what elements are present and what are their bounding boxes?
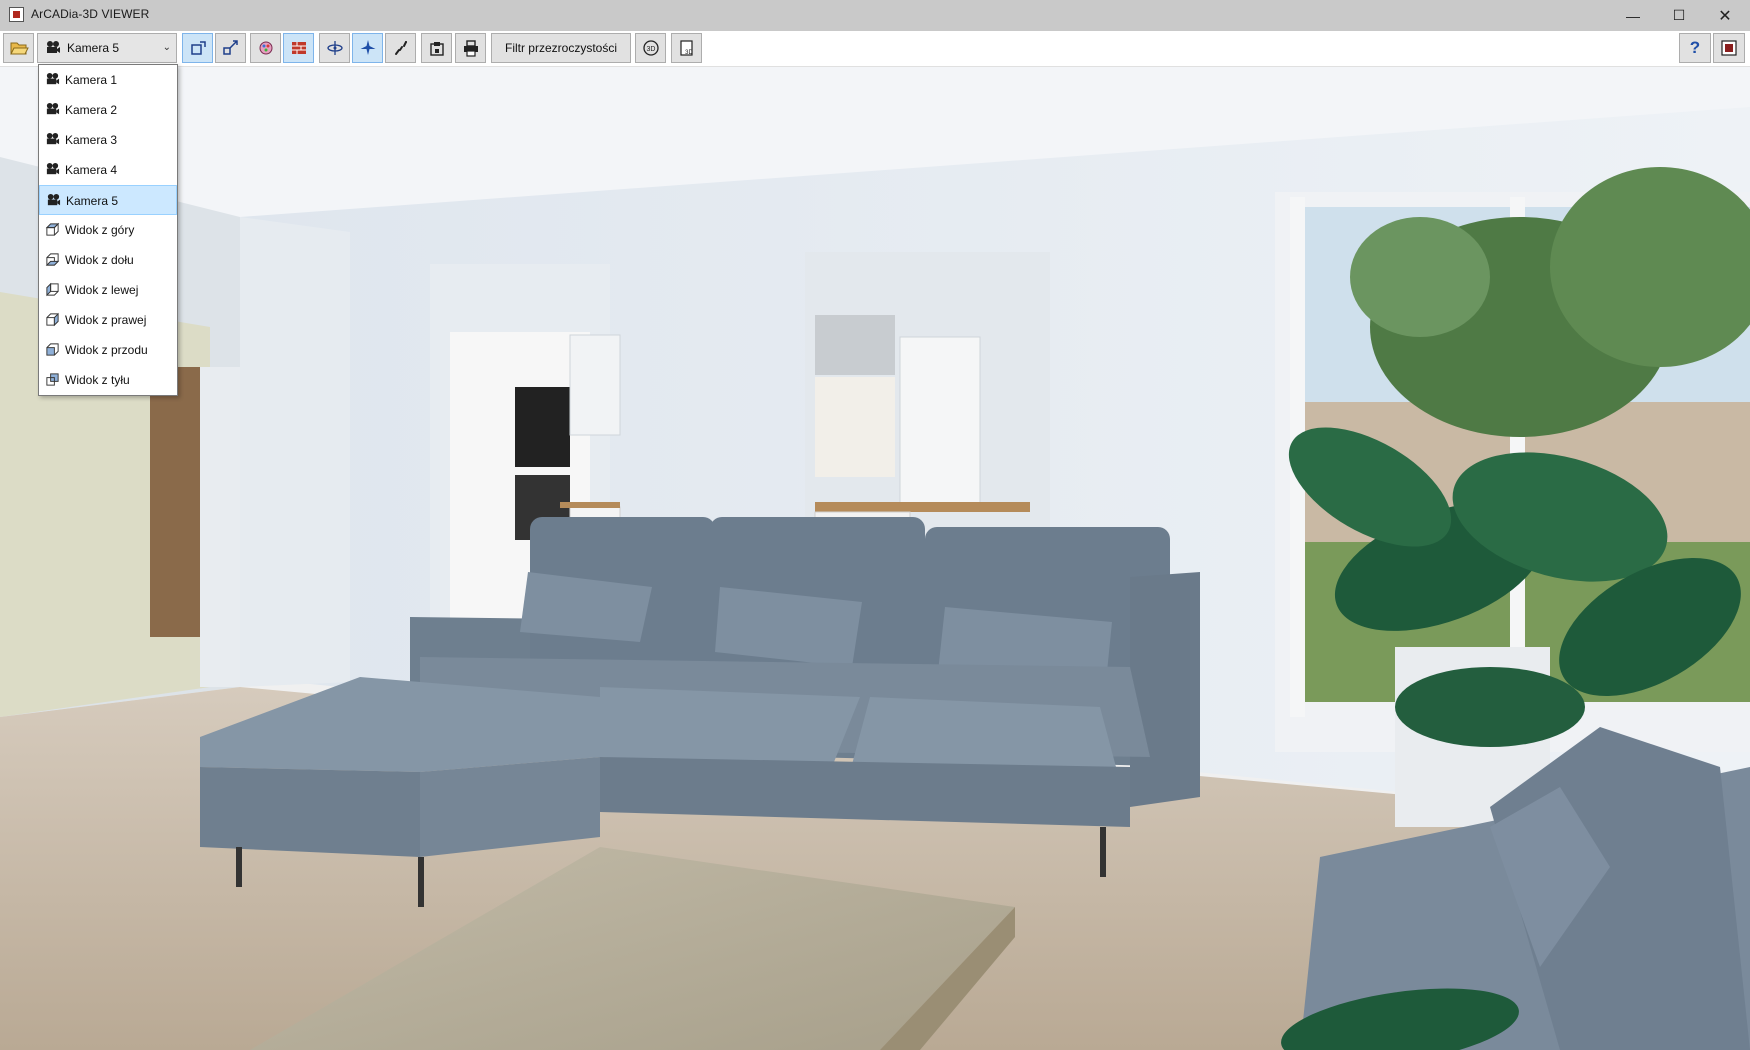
exit-icon — [1721, 40, 1737, 56]
menu-item-view-top[interactable]: Widok z góry — [39, 215, 177, 245]
camera-select[interactable]: Kamera 5 ⌄ — [37, 33, 177, 63]
menu-item-kamera-5[interactable]: Kamera 5 — [39, 185, 177, 215]
menu-item-view-bottom[interactable]: Widok z dołu — [39, 245, 177, 275]
help-button[interactable]: ? — [1679, 33, 1711, 63]
3d-viewport[interactable] — [0, 67, 1750, 1050]
menu-item-label: Widok z góry — [65, 223, 135, 237]
menu-item-label: Widok z tyłu — [65, 373, 130, 387]
menu-item-view-back[interactable]: Widok z tyłu — [39, 365, 177, 395]
camera-select-value: Kamera 5 — [67, 41, 120, 55]
svg-text:3D: 3D — [646, 46, 655, 53]
view-back-icon — [46, 373, 59, 386]
menu-item-label: Widok z lewej — [65, 283, 139, 297]
toolbar: Kamera 5 ⌄ Filtr przezroczystości 3D 3D … — [0, 31, 1750, 67]
transform-object-icon — [222, 40, 238, 55]
camera-icon — [46, 102, 60, 115]
menu-item-label: Widok z przodu — [65, 343, 148, 357]
rotate-3d-button[interactable]: 3D — [635, 33, 666, 63]
camera-icon — [46, 162, 60, 175]
transparency-filter-button[interactable]: Filtr przezroczystości — [491, 33, 631, 63]
walk-mode-icon — [394, 41, 407, 55]
material-palette-button[interactable] — [250, 33, 281, 63]
open-file-button[interactable] — [3, 33, 34, 63]
save-image-icon — [429, 42, 444, 56]
menu-item-label: Kamera 2 — [65, 103, 118, 117]
orbit-camera-icon — [326, 41, 343, 55]
texture-wall-button[interactable] — [283, 33, 314, 63]
transform-object-button[interactable] — [215, 33, 246, 63]
view-left-icon — [46, 282, 59, 297]
texture-wall-icon — [291, 42, 306, 54]
select-object-button[interactable] — [182, 33, 213, 63]
view-right-icon — [46, 312, 59, 327]
menu-item-kamera-3[interactable]: Kamera 3 — [39, 125, 177, 155]
select-object-icon — [190, 41, 206, 55]
maximize-button[interactable]: ☐ — [1656, 0, 1702, 31]
close-button[interactable]: ✕ — [1702, 0, 1748, 31]
menu-item-label: Kamera 3 — [65, 133, 118, 147]
print-button[interactable] — [455, 33, 486, 63]
chevron-down-icon: ⌄ — [162, 42, 171, 53]
camera-icon — [46, 72, 60, 85]
menu-item-view-right[interactable]: Widok z prawej — [39, 305, 177, 335]
print-icon — [463, 40, 478, 57]
fly-mode-icon — [360, 40, 375, 55]
camera-icon — [47, 41, 60, 53]
menu-item-view-left[interactable]: Widok z lewej — [39, 275, 177, 305]
view-bottom-icon — [45, 253, 60, 266]
camera-dropdown-menu: Kamera 1 Kamera 2 Kamera 3 Kamera 4 Kame… — [38, 64, 178, 396]
save-image-button[interactable] — [421, 33, 452, 63]
menu-item-kamera-2[interactable]: Kamera 2 — [39, 95, 177, 125]
minimize-button[interactable]: — — [1610, 0, 1656, 31]
export-3d-button[interactable]: 3D — [671, 33, 702, 63]
camera-icon — [46, 132, 60, 145]
material-palette-icon — [259, 41, 272, 55]
walk-mode-button[interactable] — [385, 33, 416, 63]
svg-text:3D: 3D — [685, 50, 693, 56]
menu-item-label: Kamera 5 — [66, 194, 119, 208]
menu-item-kamera-1[interactable]: Kamera 1 — [39, 65, 177, 95]
menu-item-label: Widok z prawej — [65, 313, 147, 327]
app-icon — [9, 7, 24, 22]
orbit-camera-button[interactable] — [319, 33, 350, 63]
menu-item-label: Kamera 1 — [65, 73, 118, 87]
open-folder-icon — [9, 42, 29, 55]
exit-button[interactable] — [1713, 33, 1745, 63]
fly-mode-button[interactable] — [352, 33, 383, 63]
menu-item-label: Kamera 4 — [65, 163, 118, 177]
view-front-icon — [46, 343, 59, 356]
menu-item-view-front[interactable]: Widok z przodu — [39, 335, 177, 365]
camera-icon — [47, 193, 61, 206]
help-icon: ? — [1689, 38, 1701, 57]
export-3d-icon: 3D — [679, 40, 693, 56]
rotate-3d-icon: 3D — [642, 40, 659, 56]
title-bar: ArCADia-3D VIEWER — ☐ ✕ — [0, 0, 1750, 31]
menu-item-kamera-4[interactable]: Kamera 4 — [39, 155, 177, 185]
menu-item-label: Widok z dołu — [65, 253, 134, 267]
view-top-icon — [45, 222, 60, 236]
scene-render — [0, 67, 1750, 1050]
window-title: ArCADia-3D VIEWER — [31, 7, 150, 21]
